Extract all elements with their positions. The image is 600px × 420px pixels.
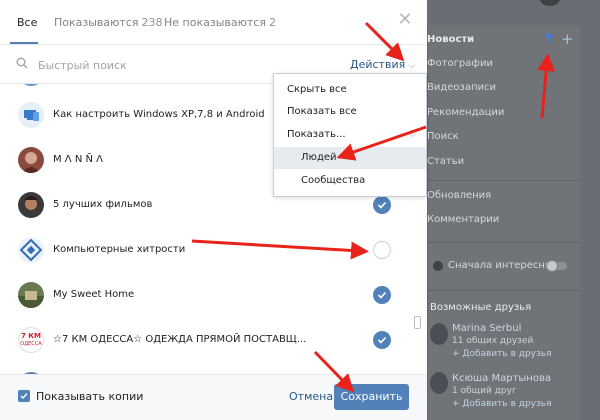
checkbox-checked[interactable] xyxy=(373,331,391,349)
add-friend-link[interactable]: + Добавить в друзья xyxy=(452,349,552,359)
cancel-button[interactable]: Отмена xyxy=(289,390,333,403)
show-copies-label[interactable]: Показывать копии xyxy=(36,390,143,403)
scroll-thumb[interactable] xyxy=(414,316,421,329)
interesting-first-toggle[interactable] xyxy=(546,260,567,272)
avatar xyxy=(18,147,44,173)
nav-item-videos[interactable]: Видеозаписи xyxy=(427,82,496,93)
list-item-label: M Λ N Ñ Λ xyxy=(53,154,103,165)
possible-friends-title: Возможные друзья xyxy=(430,302,532,313)
menu-item-show[interactable]: Показать... ⌵ xyxy=(274,124,426,146)
nav-item-recommendations[interactable]: Рекомендации xyxy=(427,107,504,118)
nav-item-comments[interactable]: Комментарии xyxy=(427,214,499,225)
friend-name[interactable]: Marina Serbul xyxy=(452,323,521,334)
list-item-label: Компьютерные хитрости xyxy=(53,244,186,255)
list-item-label: ☆7 КМ ОДЕССА☆ ОДЕЖДА ПРЯМОЙ ПОСТАВЩ... xyxy=(53,334,307,345)
avatar: 7 КМ ОДЕССА xyxy=(18,327,44,353)
list-item[interactable] xyxy=(0,364,410,374)
add-icon[interactable]: + xyxy=(561,32,574,47)
nav-item-search[interactable]: Поиск xyxy=(427,131,459,142)
avatar-text: ОДЕССА xyxy=(20,341,42,347)
news-title: Новости xyxy=(427,34,475,45)
actions-dropdown: Скрыть все Показать все Показать... ⌵ Люд… xyxy=(273,73,427,197)
filter-icon[interactable] xyxy=(543,33,555,48)
avatar-text: 7 КМ xyxy=(21,332,41,340)
tab-count: 238 xyxy=(141,16,163,29)
modal-footer: Показывать копии Отмена Сохранить xyxy=(0,374,427,420)
nav-item-articles[interactable]: Статьи xyxy=(427,156,464,167)
avatar xyxy=(18,237,44,263)
tab-shown[interactable]: Показываются 238 xyxy=(54,16,162,29)
menu-item-hide-all[interactable]: Скрыть все xyxy=(274,79,426,101)
list-item-label: 5 лучших фильмов xyxy=(53,199,153,210)
tab-all[interactable]: Все xyxy=(17,16,37,29)
divider xyxy=(427,180,580,181)
avatar xyxy=(18,84,44,86)
avatar xyxy=(18,282,44,308)
divider xyxy=(427,290,580,291)
list-item[interactable]: Компьютерные хитрости xyxy=(0,229,410,274)
interesting-first-icon xyxy=(433,261,443,271)
interesting-first-label: Сначала интересные xyxy=(448,260,559,271)
avatar[interactable] xyxy=(430,372,448,394)
friend-name[interactable]: Ксюша Мартынова xyxy=(452,373,551,384)
menu-item-communities[interactable]: Сообщества xyxy=(274,170,426,192)
active-tab-indicator xyxy=(10,42,38,44)
checkbox-checked[interactable] xyxy=(373,196,391,214)
friend-mutual: 1 общий друг xyxy=(452,386,517,396)
actions-button[interactable]: Действия ⌵ xyxy=(350,58,415,71)
avatar xyxy=(18,102,44,128)
menu-item-people[interactable]: Людей xyxy=(274,147,426,169)
list-item[interactable]: 7 КМ ОДЕССА ☆7 КМ ОДЕССА☆ ОДЕЖДА ПРЯМОЙ … xyxy=(0,319,410,364)
list-item-label: My Sweet Home xyxy=(53,289,135,300)
menu-item-show-all[interactable]: Показать все xyxy=(274,101,426,123)
checkbox-checked[interactable] xyxy=(373,286,391,304)
divider xyxy=(427,242,580,243)
search-icon xyxy=(16,57,28,69)
news-sources-modal: Все Показываются238 Не показываются2 ✕ Д… xyxy=(0,0,427,420)
search-input[interactable] xyxy=(38,56,258,74)
close-icon[interactable]: ✕ xyxy=(397,11,413,29)
avatar[interactable] xyxy=(430,323,448,345)
show-copies-checkbox[interactable] xyxy=(18,390,30,402)
list-item[interactable]: My Sweet Home xyxy=(0,274,410,319)
save-button[interactable]: Сохранить xyxy=(334,384,409,410)
tab-bar: Все Показываются 238 Не показываются 2 ✕ xyxy=(0,0,427,45)
chevron-down-icon: ⌵ xyxy=(409,130,416,140)
avatar xyxy=(18,192,44,218)
list-item-label: Как настроить Windows XP,7,8 и Android xyxy=(53,109,265,120)
tab-count: 2 xyxy=(268,16,276,29)
tab-hidden[interactable]: Не показываются 2 xyxy=(164,16,276,29)
friend-mutual: 11 общих друзей xyxy=(452,336,534,346)
chevron-down-icon: ⌵ xyxy=(408,61,416,71)
checkbox-unchecked[interactable] xyxy=(373,241,391,259)
add-friend-link[interactable]: + Добавить в друзья xyxy=(452,399,552,409)
nav-item-updates[interactable]: Обновления xyxy=(427,190,491,201)
nav-item-photos[interactable]: Фотографии xyxy=(427,58,493,69)
